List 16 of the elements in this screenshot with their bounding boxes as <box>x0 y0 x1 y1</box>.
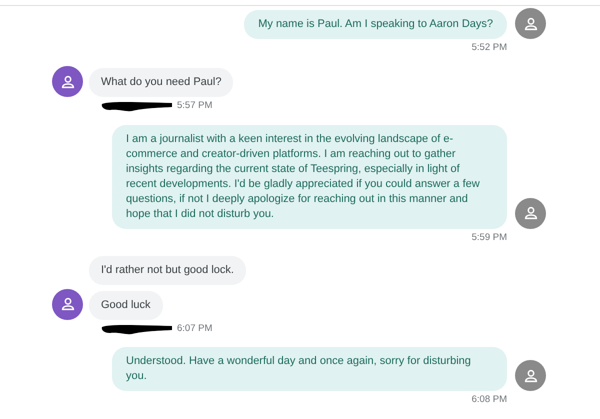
message-bubble: I am a journalist with a keen interest in the evolving landscape of e-commerce and creator-driven platforms. I am reaching out to gather insights regarding the current state of Teespring, especially in light of recent developments. I'd be gladly appreciated if you could answer a few questions, if not I deeply apologize for reaching out in this manner and hope that I did not disturb you. <box>112 124 507 228</box>
message-time: 5:57 PM <box>177 99 212 114</box>
message-bubble: My name is Paul. Am I speaking to Aaron Days? <box>244 10 507 39</box>
message-time: 6:07 PM <box>177 322 212 336</box>
message-time: 5:52 PM <box>472 41 507 55</box>
avatar-icon <box>52 288 83 320</box>
message-bubble: Understood. Have a wonderful day and once again, sorry for disturbing you. <box>112 347 507 391</box>
message-bubble: Good luck <box>89 290 163 320</box>
avatar-icon <box>52 66 83 98</box>
avatar-icon <box>515 8 546 39</box>
avatar-icon <box>515 198 546 228</box>
message-time: 5:59 PM <box>472 230 507 244</box>
avatar-icon <box>515 360 546 391</box>
message-time: 6:08 PM <box>472 393 507 407</box>
message-bubble: I'd rather not but good lock. <box>89 256 246 285</box>
message-bubble: What do you need Paul? <box>89 68 234 98</box>
